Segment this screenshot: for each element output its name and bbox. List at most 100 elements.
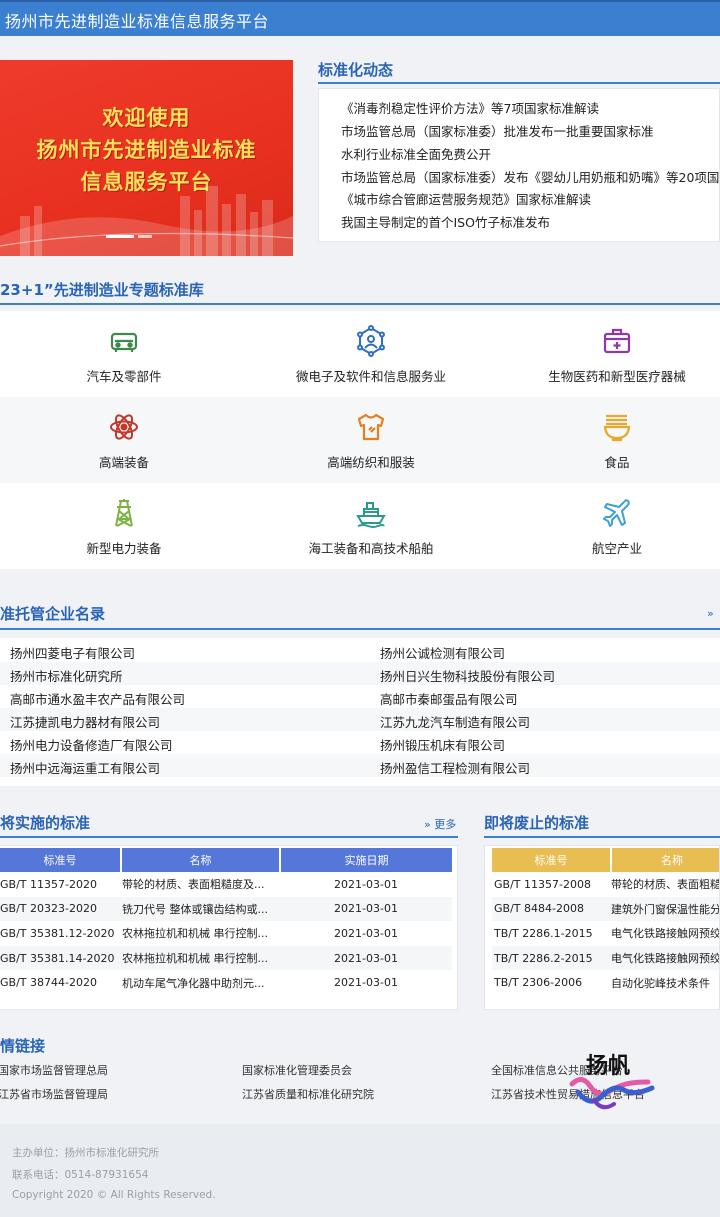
enterprise-item[interactable]: 扬州公诚检测有限公司 (380, 643, 505, 662)
std-date: 2021-03-01 (280, 896, 452, 922)
category-label: 高端纺织和服装 (327, 455, 415, 470)
std-name: 电气化铁路接触网预绞式 (611, 945, 719, 971)
table-row[interactable]: GB/T 38744-2020 机动车尾气净化器中助剂元... 2021-03-… (0, 970, 452, 995)
std-date: 2021-03-01 (280, 945, 452, 971)
table-row[interactable]: GB/T 20323-2020 铣刀代号 整体或镶齿结构或... 2021-03… (0, 896, 452, 922)
category-biomedicine[interactable]: 生物医药和新型医疗器械 (497, 311, 720, 397)
std-number: GB/T 11357-2020 (0, 877, 97, 891)
std-number: GB/T 35381.14-2020 (0, 945, 121, 971)
col-header: 标准号 (492, 848, 612, 872)
std-date: 2021-03-01 (334, 976, 398, 990)
category-aviation[interactable]: 航空产业 (497, 483, 720, 569)
enterprise-item[interactable]: 江苏捷凯电力器材有限公司 (10, 712, 160, 731)
category-food[interactable]: 食品 (497, 397, 720, 483)
link-item[interactable]: 江苏省市场监督管理局 (0, 1086, 108, 1102)
link-item[interactable]: 国家标准化管理委员会 (242, 1062, 352, 1078)
upcoming-more-link[interactable]: » 更多 (424, 816, 456, 832)
top-bar: 扬州市先进制造业标准信息服务平台 (0, 0, 720, 36)
std-name: 带轮的材质、表面粗糙度及... (122, 878, 265, 892)
category-marine[interactable]: 海工装备和高技术船舶 (251, 483, 491, 569)
news-item[interactable]: 市场监管总局（国家标准委）批准发布一批重要国家标准 (341, 121, 654, 140)
std-name: 电气化铁路接触网预绞式 (611, 927, 720, 941)
shirt-icon (357, 413, 385, 441)
enterprise-item[interactable]: 高邮市秦邮蛋品有限公司 (380, 689, 518, 708)
enterprise-item[interactable]: 扬州锻压机床有限公司 (380, 735, 505, 754)
upcoming-divider (0, 836, 458, 838)
abolished-standards-table: 标准号 名称 GB/T 11357-2008 带轮的材质、表面粗糙度 GB/T … (484, 845, 720, 1010)
medical-kit-icon (603, 328, 631, 354)
category-row: 汽车及零部件 微电子及软件和信息服务业 生物医药和新型医疗器械 (0, 311, 720, 397)
table-row[interactable]: GB/T 11357-2020 带轮的材质、表面粗糙度及... 2021-03-… (0, 872, 452, 897)
std-name: 自动化驼峰技术条件 (611, 976, 710, 990)
col-header: 标准号 (0, 848, 122, 872)
category-label: 高端装备 (98, 455, 149, 470)
news-item[interactable]: 我国主导制定的首个ISO竹子标准发布 (341, 212, 550, 231)
news-item[interactable]: 水利行业标准全面免费公开 (341, 144, 491, 163)
category-row: 高端装备 高端纺织和服装 食品 (0, 397, 720, 483)
news-item[interactable]: 《城市综合管廊运营服务规范》国家标准解读 (341, 189, 591, 208)
enterprise-item[interactable]: 扬州盈信工程检测有限公司 (380, 758, 530, 777)
upcoming-section-title: 将实施的标准 (0, 814, 91, 832)
atom-icon (110, 414, 138, 440)
col-header: 名称 (121, 848, 281, 872)
yangfan-logo: 扬帆 (568, 1046, 660, 1114)
car-icon (110, 332, 138, 352)
std-name: 农林拖拉机和机械 串行控制... (122, 927, 268, 941)
news-section-title: 标准化动态 (318, 61, 394, 79)
carousel-indicators[interactable] (106, 223, 156, 242)
enterprises-more-link[interactable]: » (707, 607, 714, 620)
table-row[interactable]: GB/T 8484-2008 建筑外门窗保温性能分级 (492, 896, 719, 922)
enterprise-list: 扬州四菱电子有限公司 扬州市标准化研究所 高邮市通水盈丰农产品有限公司 江苏捷凯… (0, 638, 720, 786)
category-microelectronics[interactable]: 微电子及软件和信息服务业 (251, 311, 491, 397)
airplane-icon (603, 499, 630, 527)
std-number: GB/T 20323-2020 (0, 896, 121, 922)
news-item[interactable]: 市场监管总局（国家标准委）发布《婴幼儿用奶瓶和奶嘴》等20项国家标准 (341, 167, 719, 186)
enterprise-item[interactable]: 扬州日兴生物科技股份有限公司 (380, 666, 555, 685)
std-name: 建筑外门窗保温性能分级 (611, 896, 719, 922)
enterprise-item[interactable]: 江苏九龙汽车制造有限公司 (380, 712, 530, 731)
std-date: 2021-03-01 (334, 926, 398, 940)
std-number: TB/T 2306-2006 (494, 976, 583, 990)
enterprise-item[interactable]: 扬州电力设备修造厂有限公司 (10, 735, 173, 754)
category-row: 新型电力装备 海工装备和高技术船舶 航空产业 (0, 483, 720, 569)
std-number: GB/T 38744-2020 (0, 976, 97, 990)
link-item[interactable]: 国家市场监督管理总局 (0, 1062, 108, 1078)
enterprise-item[interactable]: 扬州中远海运重工有限公司 (10, 758, 160, 777)
std-name: 农林拖拉机和机械 串行控制... (121, 945, 280, 971)
table-row[interactable]: GB/T 35381.12-2020 农林拖拉机和机械 串行控制... 2021… (0, 921, 452, 946)
banner-carousel[interactable]: 欢迎使用 扬州市先进制造业标准 信息服务平台 (0, 60, 293, 256)
noodle-bowl-icon (603, 414, 631, 442)
std-number: GB/T 11357-2008 (494, 877, 591, 891)
enterprise-item[interactable]: 扬州市标准化研究所 (10, 666, 123, 685)
abolished-divider (484, 836, 720, 838)
news-item[interactable]: 《消毒剂稳定性评价方法》等7项国家标准解读 (341, 98, 599, 117)
city-skyline-graphic (0, 186, 293, 256)
table-row[interactable]: GB/T 11357-2008 带轮的材质、表面粗糙度 (492, 872, 719, 897)
category-power[interactable]: 新型电力装备 (4, 483, 244, 569)
table-row[interactable]: TB/T 2306-2006 自动化驼峰技术条件 (492, 970, 719, 995)
network-icon (357, 325, 385, 357)
category-car[interactable]: 汽车及零部件 (4, 311, 244, 397)
categories-divider (0, 303, 720, 305)
std-name: 机动车尾气净化器中助剂元... (122, 976, 265, 990)
category-textiles[interactable]: 高端纺织和服装 (251, 397, 491, 483)
enterprises-section-title: 准托管企业名录 (0, 605, 106, 623)
table-row[interactable]: TB/T 2286.2-2015 电气化铁路接触网预绞式 (492, 945, 719, 971)
col-header: 名称 (611, 848, 719, 872)
category-grid: 汽车及零部件 微电子及软件和信息服务业 生物医药和新型医疗器械 高端装备 高端纺… (0, 311, 720, 579)
table-row[interactable]: GB/T 35381.14-2020 农林拖拉机和机械 串行控制... 2021… (0, 945, 452, 971)
category-label: 海工装备和高技术船舶 (308, 541, 434, 556)
site-title[interactable]: 扬州市先进制造业标准信息服务平台 (5, 8, 269, 32)
std-number: TB/T 2286.1-2015 (494, 926, 593, 940)
news-list: 《消毒剂稳定性评价方法》等7项国家标准解读 市场监管总局（国家标准委）批准发布一… (318, 88, 720, 242)
category-equipment[interactable]: 高端装备 (4, 397, 244, 483)
category-label: 航空产业 (591, 541, 642, 556)
ship-icon (356, 502, 386, 528)
table-row[interactable]: TB/T 2286.1-2015 电气化铁路接触网预绞式 (492, 921, 720, 946)
enterprise-item[interactable]: 扬州四菱电子有限公司 (10, 643, 135, 662)
std-number: TB/T 2286.2-2015 (492, 945, 611, 971)
link-item[interactable]: 江苏省质量和标准化研究院 (242, 1086, 374, 1102)
enterprise-item[interactable]: 高邮市通水盈丰农产品有限公司 (10, 689, 185, 708)
categories-section-title: 23+1”先进制造业专题标准库 (0, 281, 204, 299)
std-name: 铣刀代号 整体或镶齿结构或... (121, 896, 280, 922)
